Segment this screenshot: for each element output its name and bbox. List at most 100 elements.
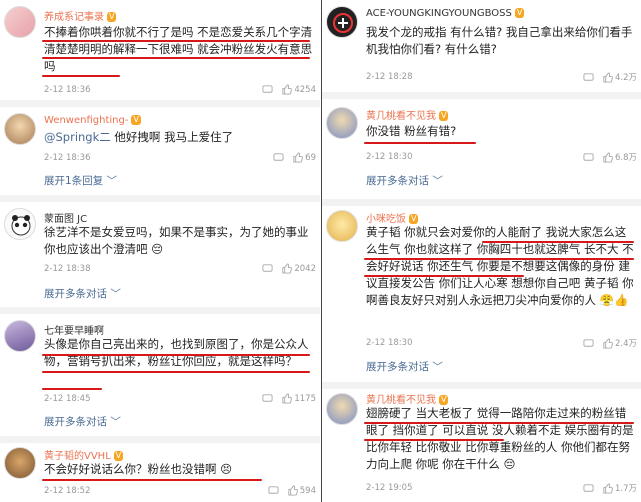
commenter-name[interactable]: 黄子韬的VVHL V [44,447,124,462]
divider [0,436,320,443]
vip-badge-icon: V [514,8,525,18]
commenter-name[interactable]: Wenwenfighting- V [44,115,141,126]
divider [0,100,320,107]
comment-item: Wenwenfighting- V @Springk二 他好拽啊 我马上爱住了 2… [0,107,320,195]
like-button[interactable]: 4254 [281,84,316,95]
comment-actions: 2.4万 [583,337,637,349]
red-underline [42,354,310,356]
divider [322,382,641,389]
like-button[interactable]: 69 [292,152,316,163]
reply-icon[interactable] [273,152,284,163]
panda-icon [11,215,31,236]
red-underline [42,371,310,373]
like-count: 594 [299,485,316,496]
comment-text: @Springk二 他好拽啊 我马上爱住了 [44,130,234,144]
expand-replies-link[interactable]: 展开多条对话 ﹀ [366,173,443,188]
thumb-up-icon [282,84,293,95]
comment-text: 不捧着你哄着你就不行了是吗 不是恋爱关系几个字清清楚楚明明的解释一下很难吗 就会… [44,25,313,73]
divider [322,199,641,206]
comment-item: 养成系记事录 V 不捧着你哄着你就不行了是吗 不是恋爱关系几个字清清楚楚明明的解释… [0,0,320,100]
mention-link[interactable]: @Springk二 [44,130,111,144]
vip-badge-icon: V [439,395,449,405]
reply-icon[interactable] [583,152,594,163]
red-underline [482,241,634,243]
divider [0,307,320,314]
like-count: 4.2万 [614,73,637,83]
thumb-up-icon [603,71,613,83]
vip-badge-icon: V [113,451,124,461]
comment-time: 2-12 19:05 [366,483,413,493]
comment-time: 2-12 18:30 [366,338,413,348]
comment-actions: 2042 [262,263,316,274]
comment-actions: 1.7万 [583,482,637,494]
expand-replies-link[interactable]: 展开多条对话 ﹀ [366,359,443,374]
reply-icon[interactable] [583,72,594,83]
comment-text: 头像是你自己亮出来的，也找到原图了，你是公众人物，营销号扒出来，粉丝让你回应，就… [44,337,309,368]
commenter-name[interactable]: 七年要早睡啊 [44,322,104,337]
divider [322,92,641,99]
comment-text: 你没错 粉丝有错? [366,124,457,138]
avatar[interactable] [4,113,36,145]
comment-actions: 4.2万 [583,71,637,83]
avatar[interactable] [326,6,358,38]
right-comment-column: ACE-YOUNGKINGYOUNGBOSS V 我发个龙的戒指 有什么错? 我自… [321,0,641,502]
comment-item: ACE-YOUNGKINGYOUNGBOSS V 我发个龙的戒指 有什么错? 我自… [322,0,641,92]
comment-text: 黄子韬 你就只会对爱你的人能耐了 我说大家怎么这么生气 你也就这样了 你胸四十也… [366,225,634,307]
red-underline [42,40,310,42]
avatar[interactable] [326,210,358,242]
comment-item: 黄几桃看不见我 V 你没错 粉丝有错? 2-12 18:30 6.8万 展开多条对… [322,99,641,199]
comment-item: 黄几桃看不见我 V 翅膀硬了 当大老板了 觉得一路陪你走过来的粉丝错眼了 挡你道了… [322,389,641,502]
avatar[interactable] [4,447,36,479]
thumb-up-icon [603,337,613,349]
comment-item: 七年要早睡啊 头像是你自己亮出来的，也找到原图了，你是公众人物，营销号扒出来，粉… [0,314,320,436]
expand-replies-link[interactable]: 展开多条对话 ﹀ [44,286,121,301]
thumb-up-icon [603,482,613,494]
comment-actions: 1175 [262,393,316,404]
reply-icon[interactable] [583,338,594,349]
thumb-up-icon [293,152,304,163]
avatar[interactable] [4,208,36,240]
like-button[interactable]: 6.8万 [602,151,637,163]
red-underline [364,258,634,260]
thumb-up-icon [288,485,298,496]
commenter-name[interactable]: 蒙面图 JC [44,210,87,225]
like-count: 2.4万 [614,339,637,349]
like-button[interactable]: 2.4万 [602,337,637,349]
like-button[interactable]: 4.2万 [602,71,637,83]
comment-item: 蒙面图 JC 徐艺洋不是女爱豆吗，如果不是事实，为了她的事业你也应该出个澄清吧 … [0,202,320,307]
like-count: 69 [305,152,316,163]
divider [0,195,320,202]
like-button[interactable]: 594 [287,485,316,496]
like-count: 4254 [294,84,316,95]
comment-time: 2-12 18:38 [44,264,91,274]
commenter-name[interactable]: 小咪吃饭 V [366,210,419,225]
expand-replies-link[interactable]: 展开1条回复 ﹀ [44,173,117,188]
avatar[interactable] [4,320,36,352]
reply-icon[interactable] [262,393,273,404]
reply-icon[interactable] [583,483,594,494]
avatar[interactable] [326,393,358,425]
like-count: 1.7万 [614,484,637,494]
like-button[interactable]: 2042 [281,263,316,274]
avatar[interactable] [326,107,358,139]
red-underline [364,142,476,144]
like-button[interactable]: 1175 [281,393,316,404]
reply-icon[interactable] [268,485,279,496]
comment-actions: 4254 [262,84,316,95]
thumb-up-icon [282,393,293,404]
avatar[interactable] [4,6,36,38]
expand-replies-link[interactable]: 展开多条对话 ﹀ [44,414,121,429]
comment-time: 2-12 18:45 [44,394,91,404]
reply-icon[interactable] [262,84,273,95]
commenter-name[interactable]: 养成系记事录 V [44,8,117,23]
vip-badge-icon: V [131,115,141,125]
commenter-name[interactable]: 黄几桃看不见我 V [366,107,449,122]
like-button[interactable]: 1.7万 [602,482,637,494]
red-underline [364,422,634,424]
reply-icon[interactable] [262,263,273,274]
left-comment-column: 养成系记事录 V 不捧着你哄着你就不行了是吗 不是恋爱关系几个字清清楚楚明明的解释… [0,0,320,502]
vip-badge-icon: V [409,214,419,224]
commenter-name[interactable]: ACE-YOUNGKINGYOUNGBOSS V [366,8,525,19]
red-underline [42,57,310,59]
commenter-name[interactable]: 黄几桃看不见我 V [366,391,449,406]
